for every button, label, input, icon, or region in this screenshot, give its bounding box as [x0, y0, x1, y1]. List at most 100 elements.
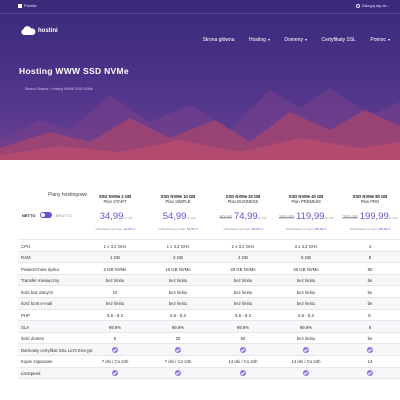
- feature-label: Powierzchnia dysku: [21, 266, 59, 272]
- plan-column[interactable]: SSD NVMe 80 GB Plan PRO 269,99 199,99zł / r…: [340, 194, 400, 231]
- feature-value: [276, 346, 336, 355]
- plan-subtitle: Plan SIMPLE: [165, 199, 191, 204]
- check-icon: [240, 346, 246, 353]
- feature-value: 99,9%: [108, 324, 122, 330]
- breadcrumb-home[interactable]: Strona Główna: [25, 87, 48, 91]
- plan-subtitle: Plan BUSINESS: [227, 199, 259, 204]
- plan-subtitle: Plan PREMIUM: [291, 199, 321, 204]
- renewal-note: Odnowienie po roku: 269,99 zł: [340, 227, 400, 231]
- feature-rows: CPU 1 x 3,2 GHz 1 x 3,2 GHz 2 x 3,2 GHz 3 x …: [18, 240, 400, 380]
- feature-label: LiteSpeed: [21, 371, 41, 377]
- feature-value: 99,9%: [171, 324, 185, 330]
- feature-value: bez limitu: [105, 278, 125, 284]
- nav-label: Strona główna: [202, 37, 235, 43]
- renewal-label: Odnowienie po roku:: [349, 227, 378, 231]
- price-line: 269,99 199,99zł / rok: [340, 206, 400, 224]
- main-nav: Strona główna Hosting ▾ Domeny ▾ Certyfika…: [203, 28, 400, 46]
- feature-value: bez limitu: [233, 301, 253, 307]
- plans-header: Plany hostingowe NETTO BRUTTO SSD NVMe 2…: [18, 184, 400, 240]
- plan-column[interactable]: SSD NVMe 10 GB Plan SIMPLE 54,99zł / rok Od…: [148, 194, 208, 231]
- renewal-label: Odnowienie po roku:: [95, 227, 124, 231]
- nav-item-help[interactable]: Pomoc ▾: [370, 37, 390, 43]
- feature-value: 14 dni / Co 24h: [228, 359, 258, 365]
- check-icon: [367, 370, 373, 377]
- price-unit: zł / rok: [388, 216, 398, 220]
- feature-value: 7 dni / Co 24h: [101, 359, 129, 365]
- plan-column[interactable]: SSD NVMe 40 GB Plan PREMIUM 159,99 119,99zł…: [276, 194, 336, 231]
- feature-value: bez limitu: [168, 289, 188, 295]
- cloud-logo-icon: [21, 26, 36, 35]
- renewal-label: Odnowienie po roku:: [223, 227, 252, 231]
- price-line: 54,99zł / rok: [148, 206, 208, 224]
- nav-label: Hosting: [248, 37, 266, 43]
- old-price: 159,99: [278, 215, 295, 221]
- price-unit: zł / rok: [186, 216, 196, 220]
- netto-brutto-switch[interactable]: [39, 212, 52, 218]
- feature-value: 50: [240, 336, 246, 342]
- feature-value: 5: [113, 336, 117, 342]
- feature-label: Kopie zapasowe: [21, 359, 53, 365]
- nav-item-ssl[interactable]: Certyfikaty SSL: [322, 37, 356, 43]
- netto-label[interactable]: NETTO: [22, 213, 35, 218]
- renewal-price: 54,99 zł: [186, 227, 198, 231]
- table-row: SLA 99,9% 99,9% 99,9% 99,9% 9: [18, 321, 400, 333]
- plan-subtitle: Plan PRO: [360, 199, 380, 204]
- feature-value: 40 GB NVMe: [293, 266, 319, 272]
- feature-value: 2 x 3,2 GHz: [231, 243, 255, 249]
- table-row: Ilość domen 5 20 50 bez limitu be: [18, 333, 400, 345]
- feature-value: 2 GB NVMe: [103, 266, 127, 272]
- renewal-price: 34,99 zł: [123, 227, 135, 231]
- feature-value: be: [367, 301, 373, 307]
- feature-value: [340, 370, 400, 378]
- feature-value: 99,9%: [299, 324, 313, 330]
- feature-value: [340, 346, 400, 355]
- renewal-price: 269,99 zł: [378, 227, 391, 231]
- feature-value: [85, 370, 145, 378]
- renewal-label: Odnowienie po roku:: [285, 227, 314, 231]
- login-label: Zaloguj się do...: [361, 3, 390, 8]
- plan-column[interactable]: SSD NVMe 20 GB Plan BUSINESS 89,99 74,99zł …: [213, 194, 273, 231]
- renewal-note: Odnowienie po roku: 54,99 zł: [148, 227, 208, 231]
- check-icon: [112, 346, 118, 353]
- price-line: 159,99 119,99zł / rok: [276, 206, 336, 224]
- feature-value: 1 x 3,2 GHz: [166, 243, 190, 249]
- old-price: 89,99: [219, 215, 232, 221]
- feature-value: be: [367, 336, 373, 342]
- feature-value: [148, 346, 208, 355]
- feature-label: Transfer miesięczny: [21, 278, 60, 284]
- feature-value: bez limitu: [233, 278, 253, 284]
- nav-item-domains[interactable]: Domeny ▾: [284, 37, 307, 43]
- table-row: Ilość baz danych 10 bez limitu bez limitu be…: [18, 286, 400, 298]
- feature-value: 5.6 - 8.3: [170, 313, 186, 319]
- login-link[interactable]: Zaloguj się do...: [355, 3, 390, 8]
- plan-column[interactable]: SSD NVMe 2 GB Plan START 34,99zł / rok Odno…: [85, 194, 145, 231]
- feature-value: 5.6 - 8.3: [235, 313, 251, 319]
- feature-value: be: [367, 289, 373, 295]
- feature-label: Ilość baz danych: [21, 289, 54, 295]
- feature-value: 5.6 - 8.3: [107, 313, 123, 319]
- feature-label: PHP: [21, 313, 30, 319]
- chevron-down-icon: ▾: [267, 37, 270, 42]
- price-toggle[interactable]: NETTO BRUTTO: [22, 212, 72, 218]
- feature-value: bez limitu: [233, 289, 253, 295]
- plan-price: 74,99: [233, 211, 258, 222]
- brutto-label[interactable]: BRUTTO: [56, 213, 72, 218]
- chevron-down-icon: ▾: [387, 37, 390, 42]
- plan-price: 54,99: [162, 211, 187, 222]
- table-row: Kopie zapasowe 7 dni / Co 24h 7 dni / Co 2…: [18, 356, 400, 368]
- feature-value: [85, 346, 145, 355]
- feature-value: 4: [368, 243, 372, 249]
- feature-value: [276, 370, 336, 378]
- nav-item-home[interactable]: Strona główna: [203, 37, 235, 43]
- feature-value: 3 x 3,2 GHz: [294, 243, 318, 249]
- feature-value: 6 GB: [301, 255, 311, 261]
- renewal-price: 89,99 zł: [251, 227, 263, 231]
- table-row: Darmowy certyfikat SSL Let's Encrypt: [18, 344, 400, 356]
- topbar-left[interactable]: Porzita: [18, 3, 36, 8]
- nav-item-hosting[interactable]: Hosting ▾: [249, 37, 270, 43]
- feature-value: 1 x 3,2 GHz: [103, 243, 127, 249]
- plans-label: Plany hostingowe: [48, 192, 88, 198]
- check-icon: [175, 346, 181, 353]
- nav-label: Pomoc: [370, 37, 386, 43]
- breadcrumb-current: Hosting WWW SSD NVMe: [51, 87, 93, 91]
